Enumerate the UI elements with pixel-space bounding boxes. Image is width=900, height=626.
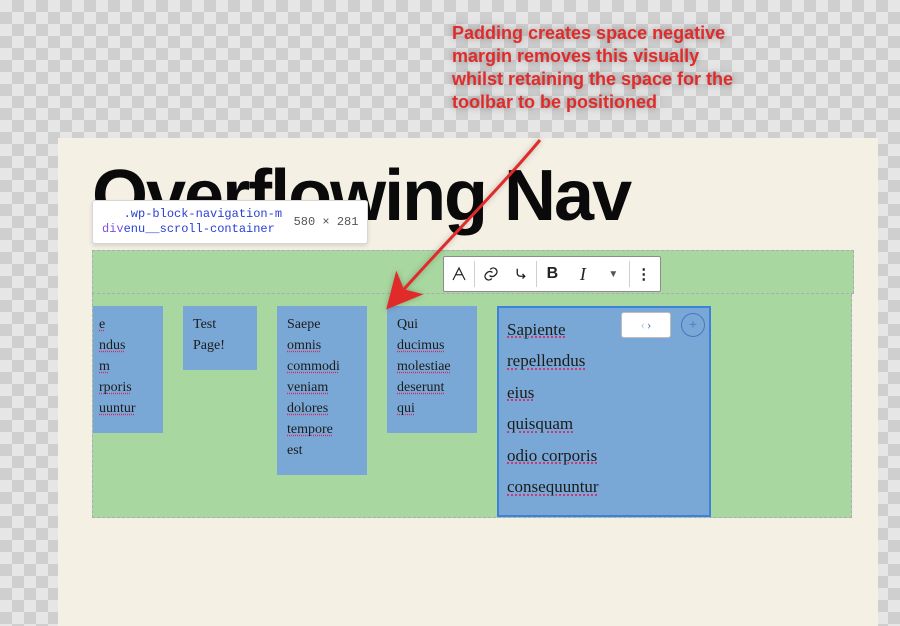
nav-item-text: ducimus [397,335,467,356]
nav-item-text: Test [193,314,247,335]
toolbar-more-menu[interactable]: ⋮ [629,257,659,291]
submenu-icon[interactable] [506,257,536,291]
tooltip-tag: div [102,222,124,236]
devtools-element-tooltip: div.wp-block-navigation-menu__scroll-con… [92,200,368,244]
block-mover: ‹ › + [621,312,705,338]
nav-item[interactable]: Test Page! [183,306,257,370]
nav-item-text: dolores [287,398,357,419]
nav-items-row: e ndus m rporis uuntur Test Page! Saepe … [92,306,711,517]
nav-item-text: est [287,440,357,461]
nav-item-text: deserunt [397,377,467,398]
nav-item-text: eius [507,377,701,408]
nav-item-text: molestiae [397,356,467,377]
nav-item-text: repellendus [507,345,701,376]
tooltip-element: div.wp-block-navigation-menu__scroll-con… [102,207,284,237]
annotation-callout: Padding creates space negative margin re… [452,22,752,114]
link-icon[interactable] [475,257,505,291]
nav-item-text: m [99,356,153,377]
plus-icon: + [689,318,697,333]
nav-item-text: tempore [287,419,357,440]
nav-item-text: qui [397,398,467,419]
nav-item-text: Page! [193,335,247,356]
nav-item[interactable]: Saepe omnis commodi veniam dolores tempo… [277,306,367,475]
tooltip-dimensions: 580 × 281 [294,215,359,229]
nav-block-icon[interactable] [444,257,474,291]
block-toolbar: B I ▼ ⋮ [443,256,661,292]
nav-item-text: e [99,314,153,335]
annotation-text: Padding creates space negative margin re… [452,23,733,112]
nav-item-text: Qui [397,314,467,335]
nav-item-text: uuntur [99,398,153,419]
nav-item-text: consequuntur [507,471,701,502]
checkerboard-transparency-bg: Padding creates space negative margin re… [0,0,900,626]
move-next-icon[interactable]: › [647,313,651,337]
bold-button[interactable]: B [537,257,567,291]
nav-padding-strip: B I ▼ ⋮ [92,250,854,294]
nav-scroll-container[interactable]: e ndus m rporis uuntur Test Page! Saepe … [92,294,852,518]
tooltip-class: .wp-block-navigation-menu__scroll-contai… [124,207,284,237]
move-prev-icon[interactable]: ‹ [641,313,645,337]
nav-item-text: odio corporis [507,440,701,471]
nav-item-text: quisquam [507,408,701,439]
nav-item-text: Saepe [287,314,357,335]
nav-item-text: commodi [287,356,357,377]
nav-item[interactable]: e ndus m rporis uuntur [92,306,163,433]
add-block-button[interactable]: + [681,313,705,337]
italic-button[interactable]: I [568,257,598,291]
nav-item[interactable]: Qui ducimus molestiae deserunt qui [387,306,477,433]
nav-item-text: ndus [99,335,153,356]
more-formatting-dropdown[interactable]: ▼ [598,257,628,291]
nav-item-text: rporis [99,377,153,398]
nav-item-selected[interactable]: ‹ › + Sapiente repellendus eius quisquam… [497,306,711,517]
block-mover-arrows[interactable]: ‹ › [621,312,671,338]
nav-item-text: veniam [287,377,357,398]
nav-item-text: omnis [287,335,357,356]
